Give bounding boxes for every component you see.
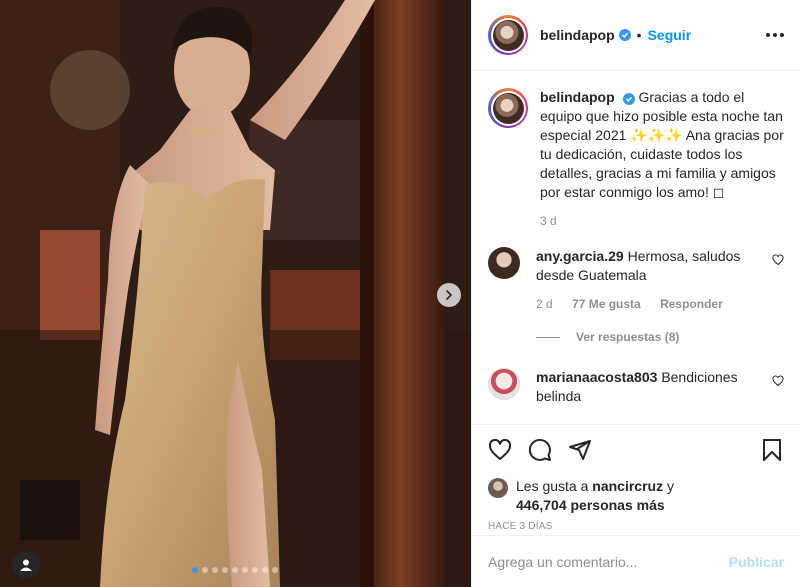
comments-list[interactable]: belindapop Gracias a todo el equipo que …	[472, 72, 800, 424]
reply-button[interactable]: Responder	[660, 297, 723, 311]
tagged-users-button[interactable]	[12, 551, 40, 579]
likes-prefix: Les gusta a	[516, 478, 589, 494]
follow-button[interactable]: Seguir	[648, 27, 692, 43]
avatar-image	[492, 19, 524, 51]
caption-age[interactable]: 3 d	[540, 214, 557, 228]
carousel-dot	[192, 567, 198, 573]
caption: belindapop Gracias a todo el equipo que …	[488, 88, 784, 231]
comment-item: any.garcia.29 Hermosa, saludos desde Gua…	[488, 247, 784, 314]
separator: •	[636, 27, 642, 43]
post-timestamp[interactable]: HACE 3 DÍAS	[488, 521, 784, 532]
post-details-panel: belindapop • Seguir belindapop Gracias a	[471, 0, 800, 587]
chevron-right-icon	[446, 290, 452, 300]
likes-summary: Les gusta a nancircruz y 446,704 persona…	[488, 477, 784, 515]
post-header: belindapop • Seguir	[472, 0, 800, 71]
carousel-dot	[232, 567, 238, 573]
post-modal: belindapop • Seguir belindapop Gracias a	[0, 0, 800, 587]
heart-icon[interactable]	[488, 438, 512, 462]
caption-username[interactable]: belindapop	[540, 89, 615, 105]
view-replies-label: Ver respuestas (8)	[576, 330, 680, 344]
view-replies-button[interactable]: Ver respuestas (8)	[536, 330, 784, 344]
replies-divider	[536, 336, 560, 338]
commenter-username[interactable]: marianaacosta803	[536, 369, 657, 385]
commenter-avatar[interactable]	[488, 247, 520, 279]
carousel-dot	[272, 567, 278, 573]
user-tag-icon	[20, 559, 32, 571]
likes-count[interactable]: 446,704 personas más	[516, 497, 665, 513]
comment-item: marianaacosta803 Bendiciones belinda	[488, 368, 784, 406]
liker-username[interactable]: nancircruz	[592, 478, 663, 494]
verified-badge-icon	[618, 29, 631, 41]
photo-scene	[0, 0, 471, 587]
bookmark-icon[interactable]	[760, 438, 784, 462]
more-options-icon[interactable]	[766, 33, 784, 37]
avatar-image	[492, 92, 524, 124]
add-comment-bar: Publicar	[472, 535, 800, 587]
author-username[interactable]: belindapop	[540, 27, 615, 43]
verified-badge-icon	[622, 93, 635, 105]
liker-avatar[interactable]	[488, 478, 508, 498]
post-actions: Les gusta a nancircruz y 446,704 persona…	[472, 424, 800, 532]
comment-like-heart-icon[interactable]	[772, 368, 784, 406]
carousel-indicator	[192, 567, 278, 573]
carousel-dot	[262, 567, 268, 573]
carousel-dot	[222, 567, 228, 573]
likes-joiner: y	[666, 478, 674, 494]
caption-avatar[interactable]	[488, 88, 528, 128]
comment-input[interactable]	[488, 553, 729, 570]
comment-age[interactable]: 2 d	[536, 297, 553, 311]
carousel-next-button[interactable]	[437, 283, 461, 307]
carousel-dot	[242, 567, 248, 573]
commenter-username[interactable]: any.garcia.29	[536, 248, 624, 264]
carousel-dot	[252, 567, 258, 573]
author-avatar[interactable]	[488, 15, 528, 55]
publish-button[interactable]: Publicar	[729, 554, 784, 570]
comment-likes[interactable]: 77 Me gusta	[572, 297, 641, 311]
commenter-avatar[interactable]	[488, 368, 520, 400]
comment-like-heart-icon[interactable]	[772, 247, 784, 314]
share-icon[interactable]	[568, 438, 592, 462]
post-photo[interactable]	[0, 0, 471, 587]
carousel-dot	[202, 567, 208, 573]
carousel-dot	[212, 567, 218, 573]
comment-icon[interactable]	[528, 438, 552, 462]
caption-text: Gracias a todo el equipo que hizo posibl…	[540, 89, 784, 200]
